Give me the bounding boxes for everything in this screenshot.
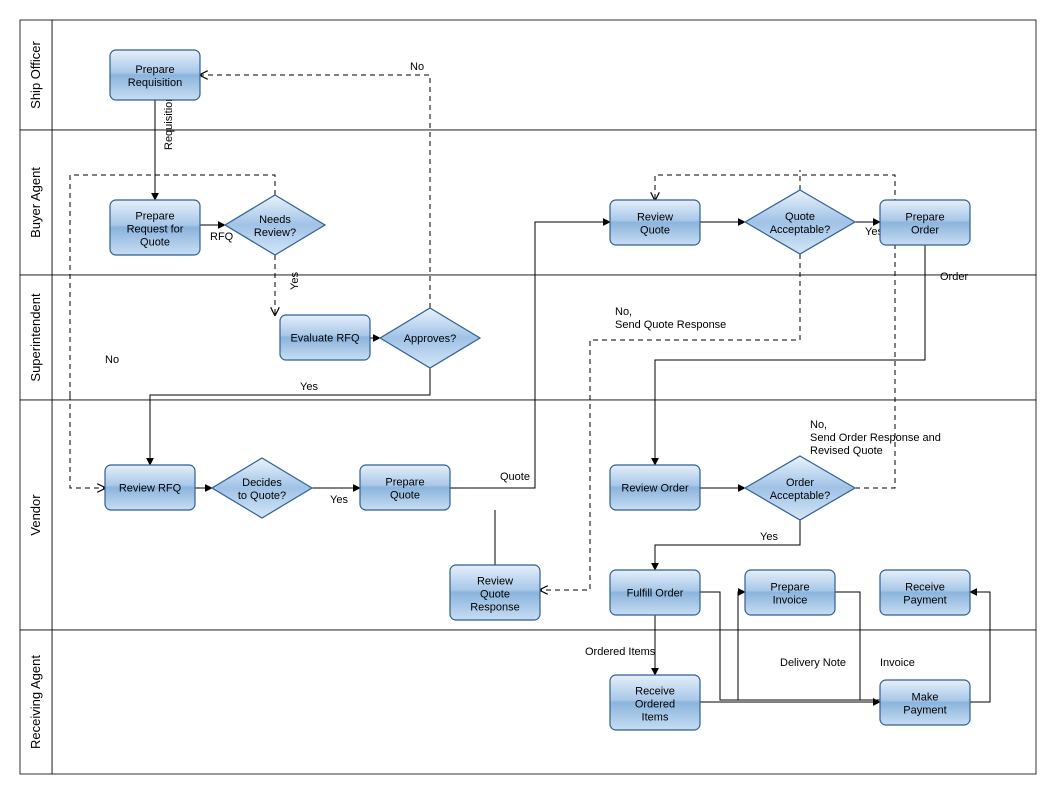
decision-label-needs-review: NeedsReview? [254, 214, 296, 239]
edge-label-e-order: Order [940, 271, 968, 283]
edge-label-e-needs-no2: No [105, 354, 119, 366]
edge-label-e-rfq: RFQ [210, 231, 234, 243]
decision-label-approves: Approves? [404, 333, 457, 345]
process-label-prepare-quote: PrepareQuote [385, 477, 424, 502]
process-label-prepare-order: PrepareOrder [905, 212, 944, 237]
process-label-prepare-invoice: PrepareInvoice [770, 582, 809, 607]
process-fulfill-order: Fulfill Order [610, 570, 700, 615]
process-prepare-rfq: PrepareRequest forQuote [110, 200, 200, 255]
process-label-review-order: Review Order [621, 483, 689, 495]
edge-label-e-invoice: Invoice [880, 657, 915, 669]
edge-label-e-fulfill-recv: Ordered Items [585, 646, 656, 658]
edge-label-e-app-no: No [410, 61, 424, 73]
process-review-rfq: Review RFQ [105, 465, 195, 510]
edge-label-e-delnote: Delivery Note [780, 657, 846, 669]
process-label-receive-payment: ReceivePayment [903, 582, 946, 607]
lane-supt-label: Superintendent [28, 293, 43, 382]
edge-label-e-app-yes: Yes [300, 381, 318, 393]
process-label-review-rfq: Review RFQ [119, 483, 182, 495]
process-label-evaluate-rfq: Evaluate RFQ [290, 333, 360, 345]
lane-receiving-agent-label: Receiving Agent [28, 655, 43, 749]
process-prepare-requisition: PrepareRequisition [110, 50, 200, 100]
flowchart-canvas: Ship Officer Buyer Agent Superintendent Ven… [0, 0, 1056, 794]
process-evaluate-rfq: Evaluate RFQ [280, 315, 370, 360]
edge-label-e-requis: Requisition [163, 96, 175, 150]
decision-label-decides-to-quote: Decidesto Quote? [238, 477, 286, 502]
process-label-fulfill-order: Fulfill Order [627, 588, 684, 600]
lane-ship-officer-label: Ship Officer [28, 40, 43, 108]
process-review-order: Review Order [610, 465, 700, 510]
edge-label-e-order-yes: Yes [760, 531, 778, 543]
process-make-payment: MakePayment [880, 680, 970, 725]
edge-label-e-quote: Quote [500, 471, 530, 483]
process-label-review-quote: ReviewQuote [637, 212, 673, 237]
edge-label-e-needs-yes: Yes [289, 272, 301, 290]
edge-label-e-dec-yes: Yes [330, 494, 348, 506]
process-review-quote: ReviewQuote [610, 200, 700, 245]
process-prepare-quote: PrepareQuote [360, 465, 450, 510]
process-prepare-order: PrepareOrder [880, 200, 970, 245]
process-receive-ordered-items: ReceiveOrderedItems [610, 675, 700, 730]
lane-buyer-agent-label: Buyer Agent [28, 167, 43, 238]
process-review-quote-response: ReviewQuoteResponse [450, 565, 540, 620]
process-label-prepare-requisition: PrepareRequisition [128, 64, 182, 89]
process-prepare-invoice: PrepareInvoice [745, 570, 835, 615]
process-receive-payment: ReceivePayment [880, 570, 970, 615]
lane-vendor-label: Vendor [28, 494, 43, 536]
lane-supt: Superintendent [20, 275, 1036, 400]
